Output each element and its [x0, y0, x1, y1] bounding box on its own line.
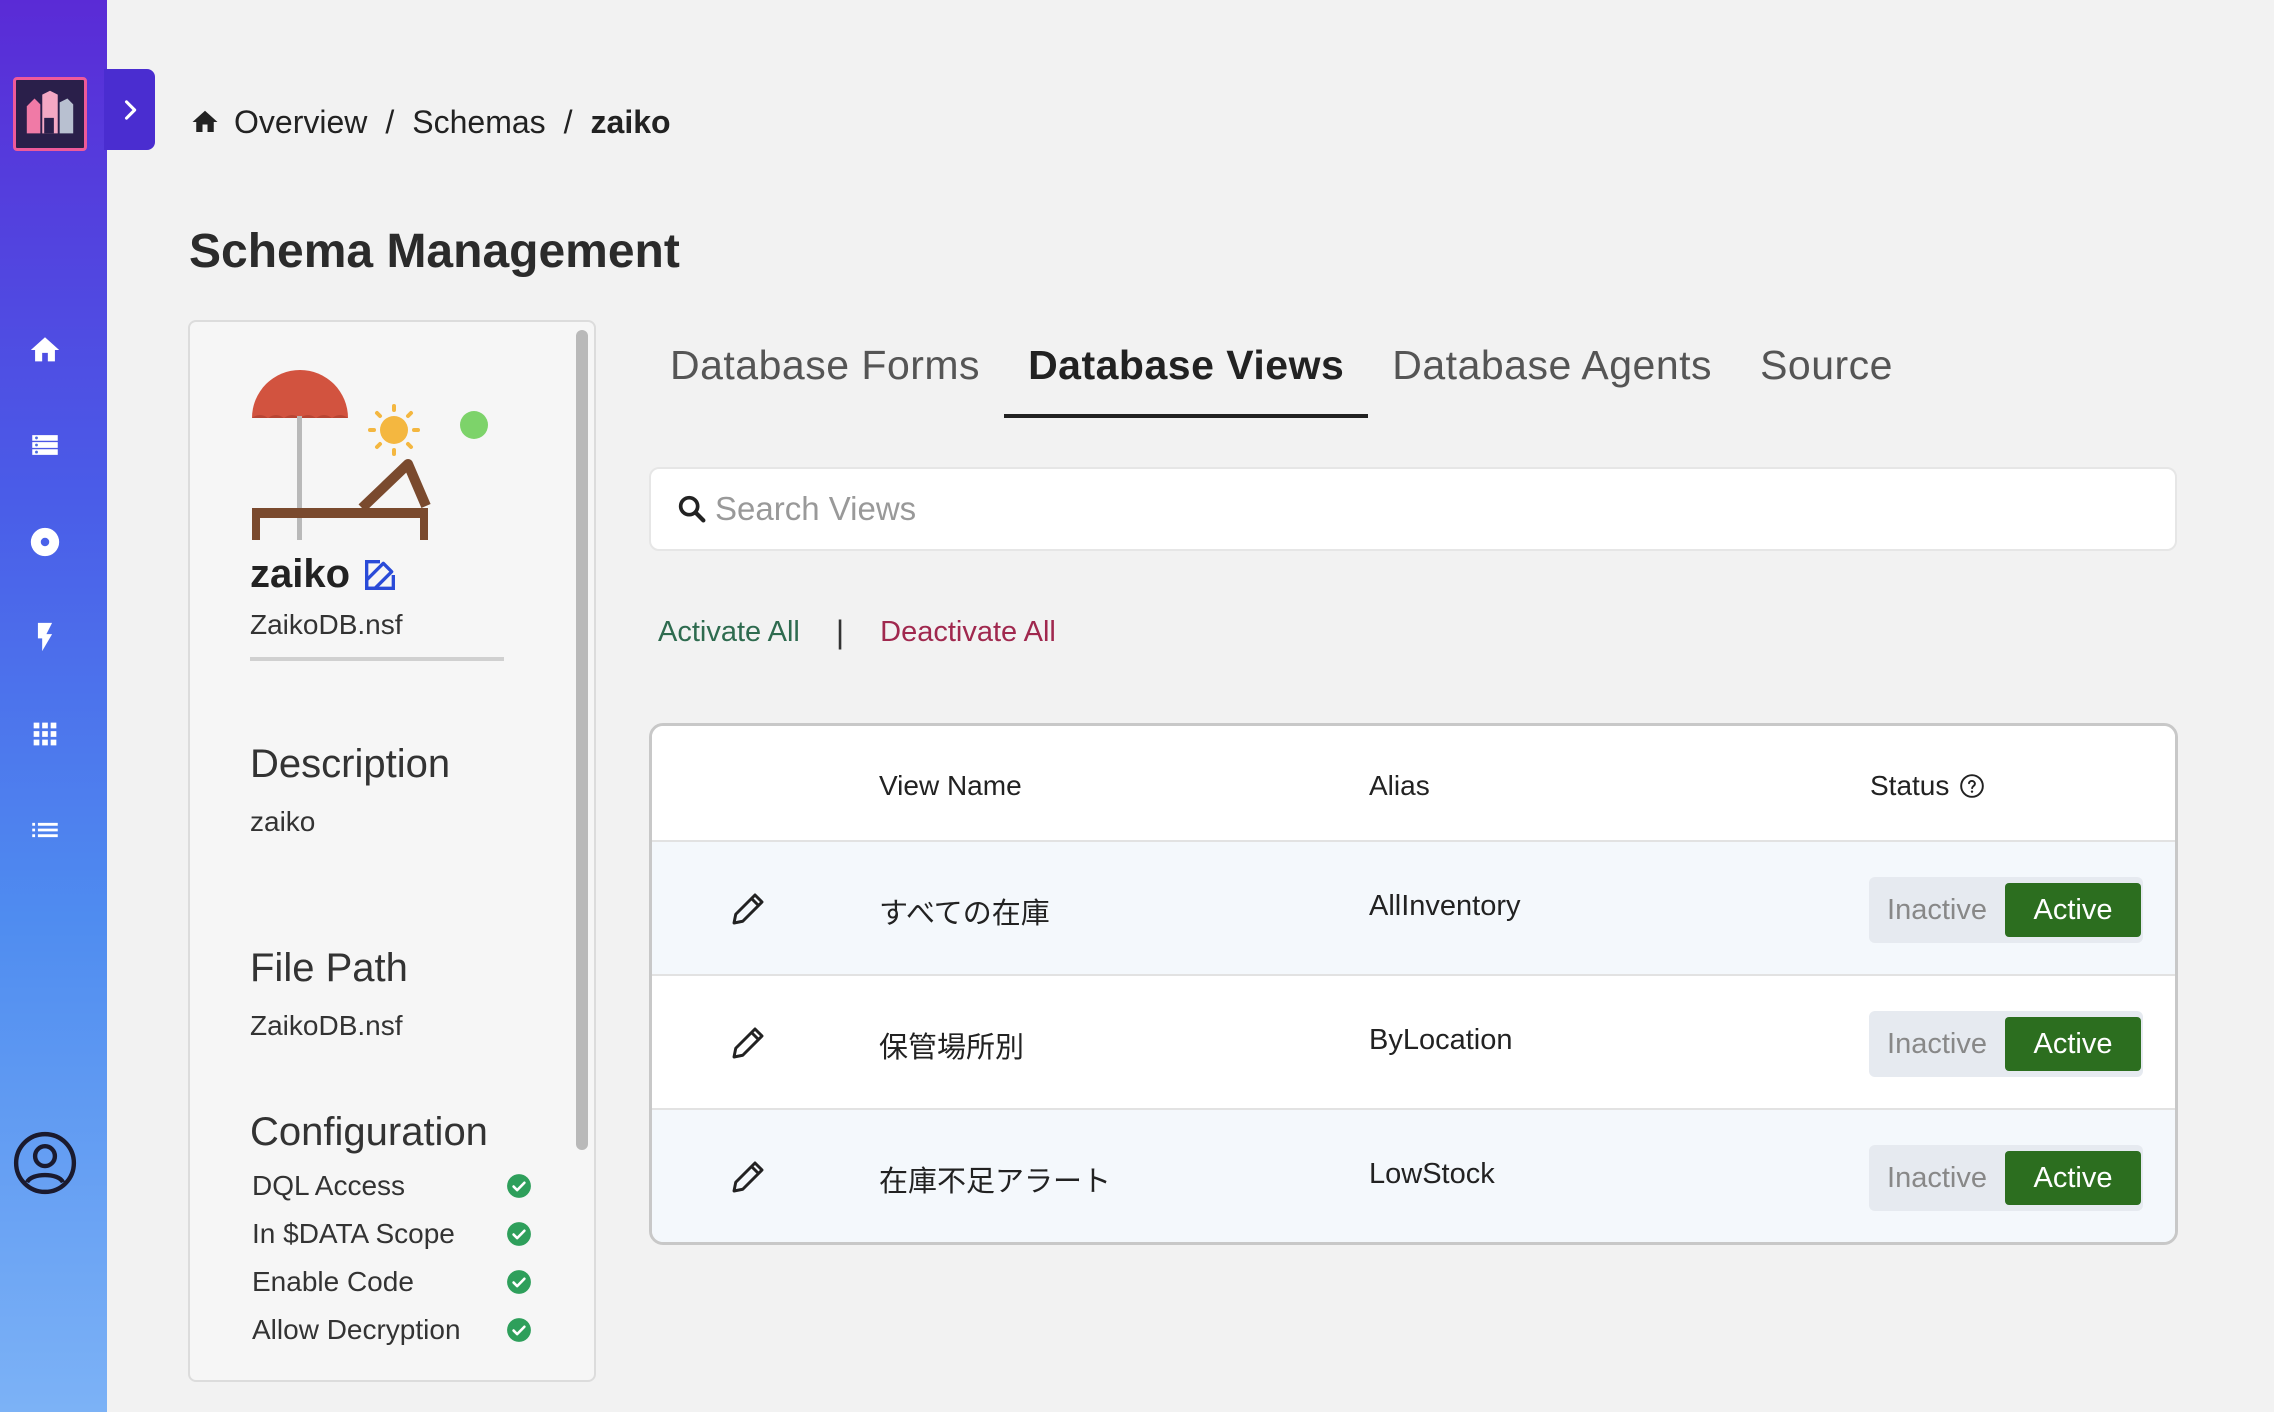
description-heading: Description	[250, 742, 451, 786]
app-logo[interactable]	[13, 77, 87, 151]
sidebar	[0, 0, 107, 1412]
help-icon[interactable]	[1959, 773, 1985, 799]
tab-bar: Database Forms Database Views Database A…	[646, 334, 1917, 418]
config-enable-code: Enable Code	[252, 1266, 532, 1298]
view-name-cell: すべての在庫	[879, 898, 1050, 930]
breadcrumb: Overview / Schemas / zaiko	[190, 100, 671, 144]
pencil-icon[interactable]	[727, 1156, 769, 1198]
actions-separator: |	[835, 614, 845, 650]
deactivate-all-button[interactable]: Deactivate All	[880, 616, 1056, 649]
alias-cell: AllInventory	[1369, 890, 1521, 922]
beach-chair-umbrella-icon	[252, 370, 488, 540]
nav-disc-icon[interactable]	[22, 519, 68, 565]
pencil-icon[interactable]	[727, 1022, 769, 1064]
status-toggle[interactable]: Inactive Active	[1869, 1145, 2143, 1211]
schema-name: zaiko	[250, 552, 400, 597]
check-circle-icon	[507, 1174, 531, 1198]
status-active-option[interactable]: Active	[2005, 883, 2141, 937]
nav-list-icon[interactable]	[22, 807, 68, 853]
status-active-option[interactable]: Active	[2005, 1017, 2141, 1071]
schema-info-panel: zaiko ZaikoDB.nsf Description zaiko File…	[188, 320, 596, 1382]
nav-home-icon[interactable]	[22, 327, 68, 373]
filepath-value: ZaikoDB.nsf	[250, 1010, 403, 1041]
schema-file: ZaikoDB.nsf	[250, 609, 403, 640]
nav-database-icon[interactable]	[22, 422, 68, 468]
tab-source[interactable]: Source	[1736, 334, 1917, 418]
bulk-actions: Activate All | Deactivate All	[658, 614, 1056, 651]
alias-cell: ByLocation	[1369, 1024, 1513, 1056]
status-toggle[interactable]: Inactive Active	[1869, 1011, 2143, 1077]
column-header-view-name[interactable]: View Name	[879, 770, 1022, 802]
nav-apps-grid-icon[interactable]	[22, 711, 68, 757]
panel-scrollbar[interactable]	[576, 330, 588, 1150]
chevron-right-icon	[124, 99, 136, 120]
config-allow-decryption: Allow Decryption	[252, 1314, 532, 1346]
status-active-option[interactable]: Active	[2005, 1151, 2141, 1205]
filepath-heading: File Path	[250, 946, 408, 990]
breadcrumb-separator: /	[563, 103, 573, 140]
tab-database-views[interactable]: Database Views	[1004, 334, 1369, 418]
check-circle-icon	[507, 1270, 531, 1294]
table-row: 在庫不足アラート LowStock Inactive Active	[652, 1110, 2175, 1242]
config-dql-access: DQL Access	[252, 1170, 532, 1202]
config-data-scope: In $DATA Scope	[252, 1218, 532, 1250]
views-table: View Name Alias Status すべての在庫 AllInvento…	[649, 723, 2178, 1245]
search-icon	[678, 495, 706, 523]
user-account-icon[interactable]	[12, 1130, 78, 1196]
edit-icon[interactable]	[360, 555, 400, 595]
schema-name-text: zaiko	[250, 552, 351, 596]
panel-divider	[250, 657, 504, 661]
status-dot	[460, 411, 488, 439]
status-inactive-option[interactable]: Inactive	[1869, 894, 2005, 927]
nav-bolt-icon[interactable]	[22, 614, 68, 660]
table-header: View Name Alias Status	[652, 726, 2175, 842]
table-row: 保管場所別 ByLocation Inactive Active	[652, 976, 2175, 1110]
status-inactive-option[interactable]: Inactive	[1869, 1162, 2005, 1195]
view-name-cell: 保管場所別	[879, 1032, 1025, 1064]
page-title: Schema Management	[189, 225, 680, 278]
description-value: zaiko	[250, 806, 316, 837]
status-inactive-option[interactable]: Inactive	[1869, 1028, 2005, 1061]
search-box	[649, 467, 2177, 551]
activate-all-button[interactable]: Activate All	[658, 616, 800, 649]
view-name-cell: 在庫不足アラート	[879, 1166, 1112, 1198]
configuration-heading: Configuration	[250, 1110, 488, 1154]
column-header-status: Status	[1870, 770, 1985, 802]
sidebar-expand-button[interactable]	[104, 69, 155, 150]
check-circle-icon	[507, 1222, 531, 1246]
alias-cell: LowStock	[1369, 1158, 1495, 1190]
breadcrumb-separator: /	[385, 103, 395, 140]
tab-database-forms[interactable]: Database Forms	[646, 334, 1004, 418]
app-logo-icon	[26, 90, 74, 134]
check-circle-icon	[507, 1318, 531, 1342]
table-row: すべての在庫 AllInventory Inactive Active	[652, 842, 2175, 976]
status-toggle[interactable]: Inactive Active	[1869, 877, 2143, 943]
pencil-icon[interactable]	[727, 888, 769, 930]
tab-database-agents[interactable]: Database Agents	[1368, 334, 1736, 418]
search-views-input[interactable]	[715, 490, 2115, 528]
column-header-alias[interactable]: Alias	[1369, 770, 1430, 802]
home-icon[interactable]	[190, 107, 220, 137]
breadcrumb-current: zaiko	[590, 103, 671, 140]
breadcrumb-overview[interactable]: Overview	[234, 104, 367, 141]
breadcrumb-schemas[interactable]: Schemas	[412, 104, 545, 141]
